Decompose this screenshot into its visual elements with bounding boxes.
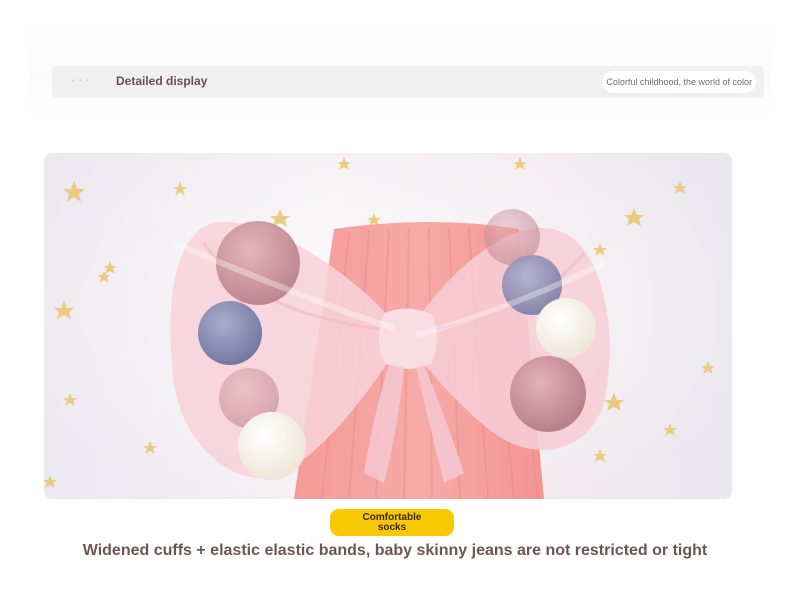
sock-bow-illustration xyxy=(44,153,732,499)
section-title: Detailed display xyxy=(116,74,208,88)
section-header: • • • Detailed display Colorful childhoo… xyxy=(52,66,764,98)
product-detail-page: • • • Detailed display Colorful childhoo… xyxy=(0,0,790,602)
header-prefix: • • • xyxy=(72,76,90,85)
product-photo xyxy=(44,153,732,499)
feature-badge: Comfortable socks xyxy=(330,509,454,536)
section-tagline: Colorful childhood, the world of color xyxy=(602,71,756,93)
feature-caption: Widened cuffs + elastic elastic bands, b… xyxy=(82,542,708,559)
feature-badge-label: Comfortable socks xyxy=(362,511,422,533)
